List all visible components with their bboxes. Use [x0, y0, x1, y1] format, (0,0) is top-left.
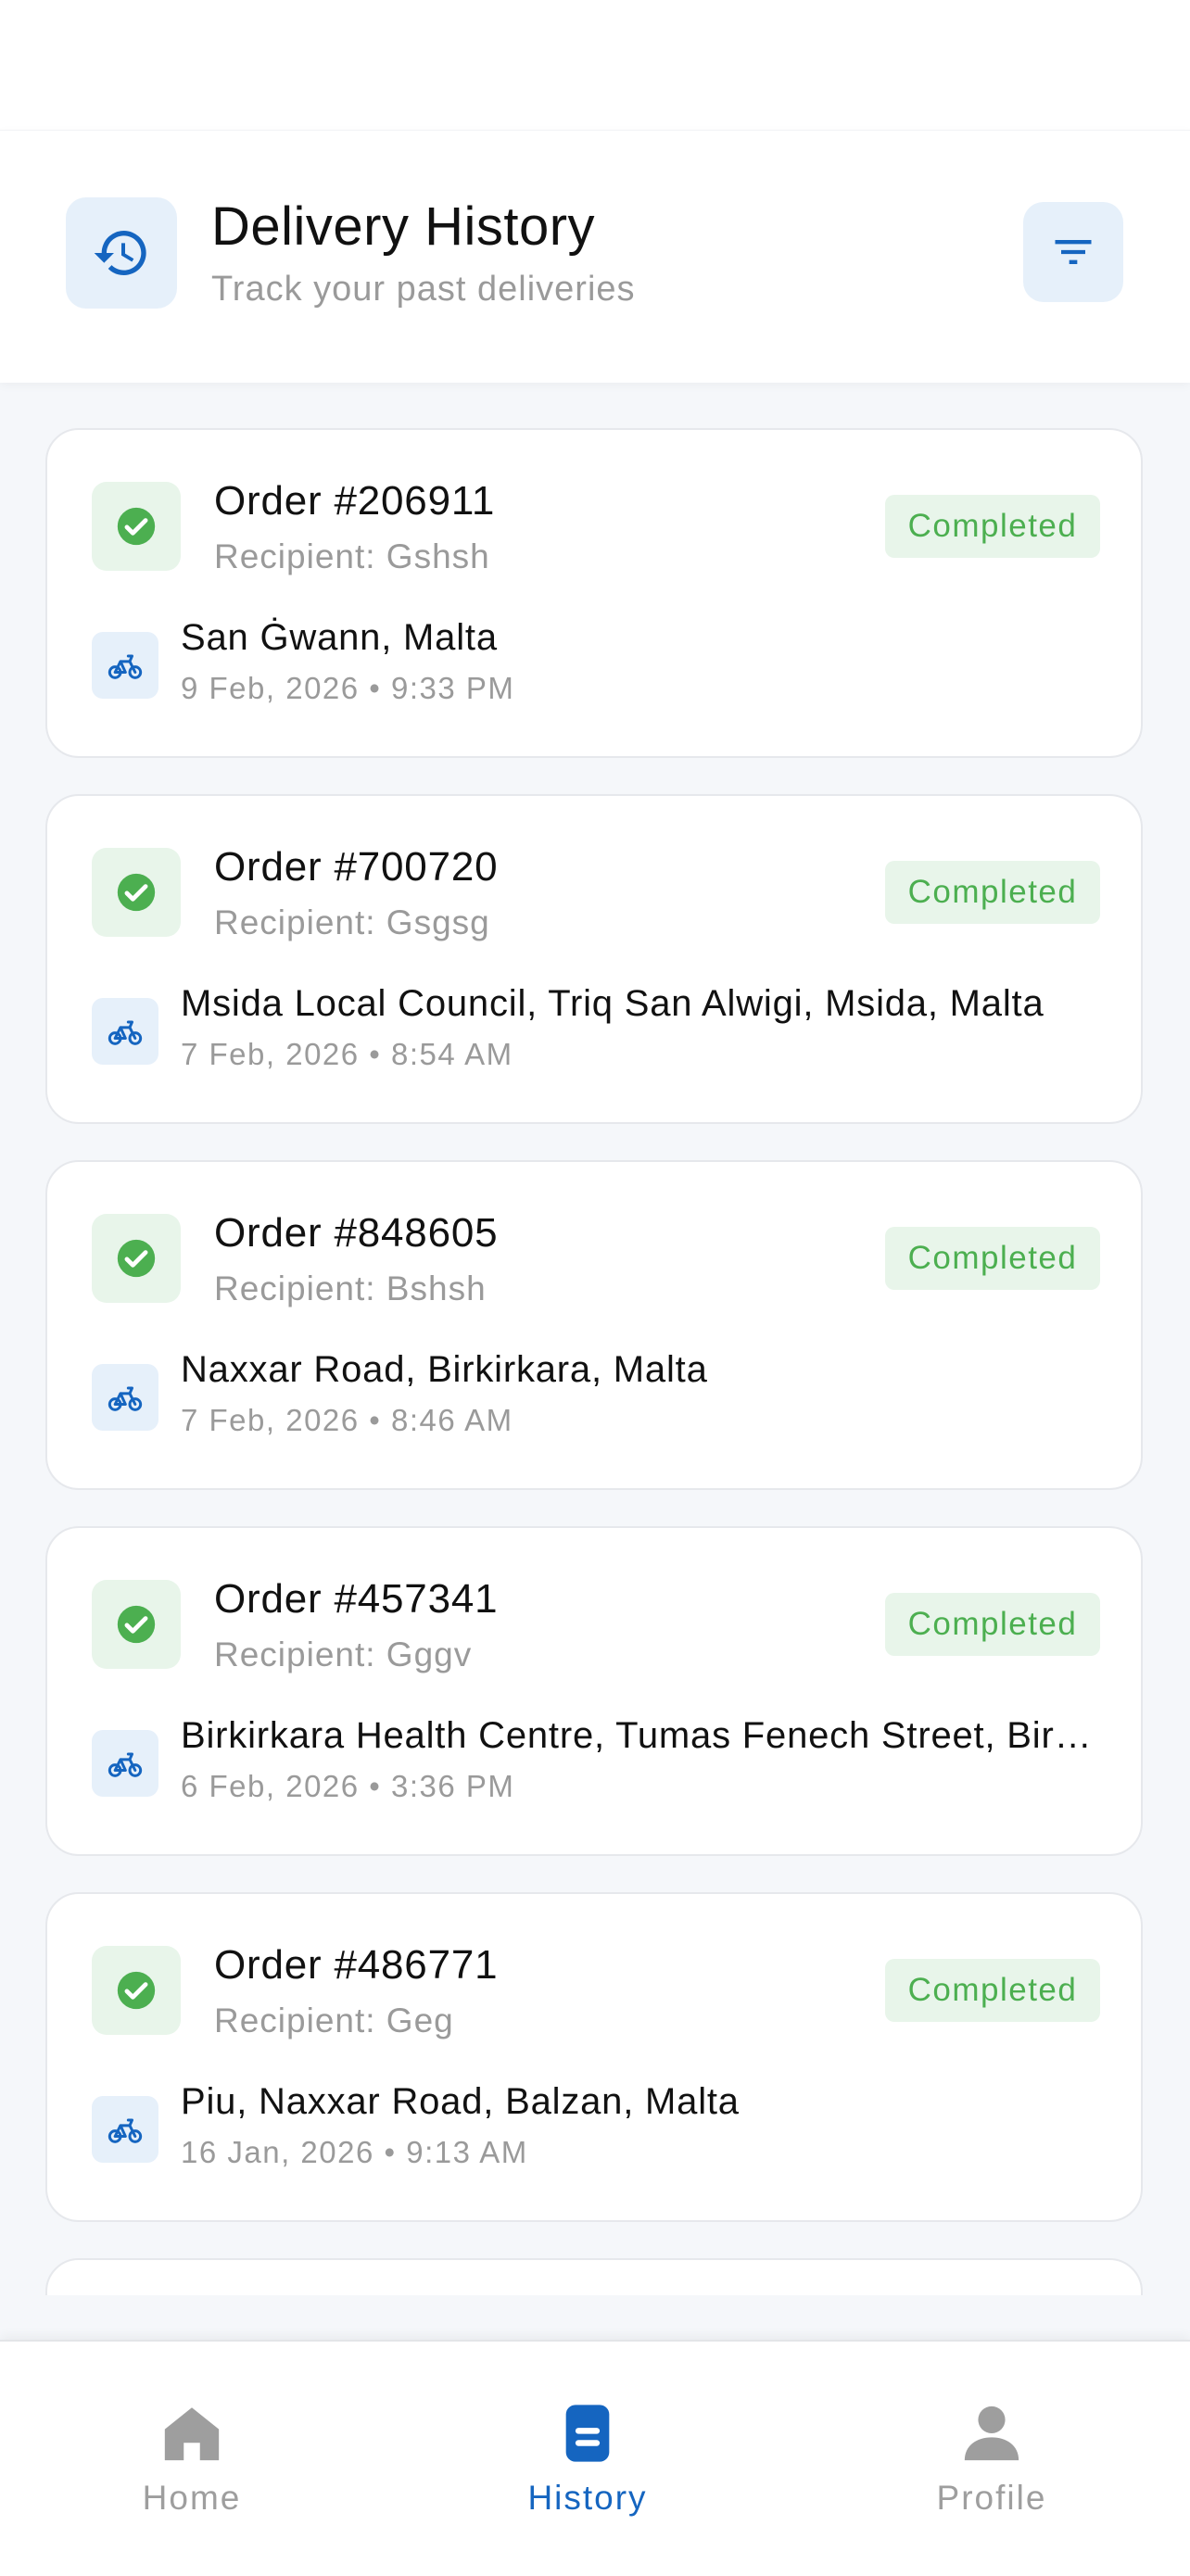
status-badge: Completed [885, 495, 1100, 558]
nav-home[interactable]: Home [53, 2342, 331, 2576]
bike-icon [92, 1730, 158, 1797]
order-recipient: Recipient: Gshsh [214, 537, 490, 575]
status-badge: Completed [885, 861, 1100, 924]
order-number: Order #700720 [214, 844, 499, 890]
check-circle-icon [92, 1214, 181, 1303]
order-address: San Ġwann, Malta [181, 617, 498, 658]
filter-button[interactable] [1023, 202, 1123, 302]
order-recipient: Recipient: Gsgsg [214, 903, 490, 941]
status-badge: Completed [885, 1227, 1100, 1290]
order-card[interactable]: Order #486771 Recipient: Geg Completed P… [45, 1892, 1143, 2222]
order-datetime: 6 Feb, 2026 • 3:36 PM [181, 1769, 515, 1803]
history-icon [66, 197, 177, 309]
order-datetime: 7 Feb, 2026 • 8:46 AM [181, 1403, 513, 1437]
order-card[interactable]: Order #848605 Recipient: Bshsh Completed… [45, 1160, 1143, 1490]
order-address: Birkirkara Health Centre, Tumas Fenech S… [181, 1715, 1108, 1756]
bike-icon [92, 2096, 158, 2163]
order-datetime: 16 Jan, 2026 • 9:13 AM [181, 2135, 528, 2169]
nav-profile[interactable]: Profile [853, 2342, 1131, 2576]
order-card[interactable]: Order #700720 Recipient: Gsgsg Completed… [45, 794, 1143, 1124]
bike-icon [92, 998, 158, 1065]
bike-icon [92, 1364, 158, 1431]
check-circle-icon [92, 1580, 181, 1669]
order-card-partial[interactable] [45, 2258, 1143, 2295]
page-title: Delivery History [211, 196, 596, 257]
order-address: Naxxar Road, Birkirkara, Malta [181, 1349, 708, 1390]
page-subtitle: Track your past deliveries [211, 270, 636, 309]
app-header: Delivery History Track your past deliver… [0, 130, 1190, 383]
check-circle-icon [92, 1946, 181, 2035]
order-recipient: Recipient: Geg [214, 2001, 454, 2039]
check-circle-icon [92, 848, 181, 937]
order-address: Piu, Naxxar Road, Balzan, Malta [181, 2081, 740, 2122]
bike-icon [92, 632, 158, 699]
nav-label-profile: Profile [936, 2479, 1047, 2517]
status-badge: Completed [885, 1959, 1100, 2022]
status-bar [0, 0, 1190, 130]
home-icon [164, 2407, 220, 2461]
order-recipient: Recipient: Gggv [214, 1635, 473, 1673]
filter-icon [1055, 240, 1092, 264]
order-recipient: Recipient: Bshsh [214, 1269, 487, 1307]
check-circle-icon [92, 482, 181, 571]
order-number: Order #206911 [214, 478, 496, 524]
nav-label-history: History [527, 2479, 648, 2517]
order-datetime: 7 Feb, 2026 • 8:54 AM [181, 1037, 513, 1071]
order-card[interactable]: Order #206911 Recipient: Gshsh Completed… [45, 428, 1143, 758]
nav-label-home: Home [142, 2479, 242, 2517]
document-icon [565, 2405, 610, 2462]
order-datetime: 9 Feb, 2026 • 9:33 PM [181, 671, 515, 705]
order-number: Order #457341 [214, 1576, 499, 1622]
order-address: Msida Local Council, Triq San Alwigi, Ms… [181, 983, 1044, 1024]
order-number: Order #486771 [214, 1942, 499, 1988]
order-number: Order #848605 [214, 1210, 499, 1256]
bottom-nav: Home History Profile [0, 2340, 1190, 2576]
person-icon [964, 2406, 1019, 2461]
order-list[interactable]: Order #206911 Recipient: Gshsh Completed… [0, 382, 1190, 2295]
nav-history[interactable]: History [449, 2342, 727, 2576]
order-card[interactable]: Order #457341 Recipient: Gggv Completed … [45, 1526, 1143, 1856]
status-badge: Completed [885, 1593, 1100, 1656]
